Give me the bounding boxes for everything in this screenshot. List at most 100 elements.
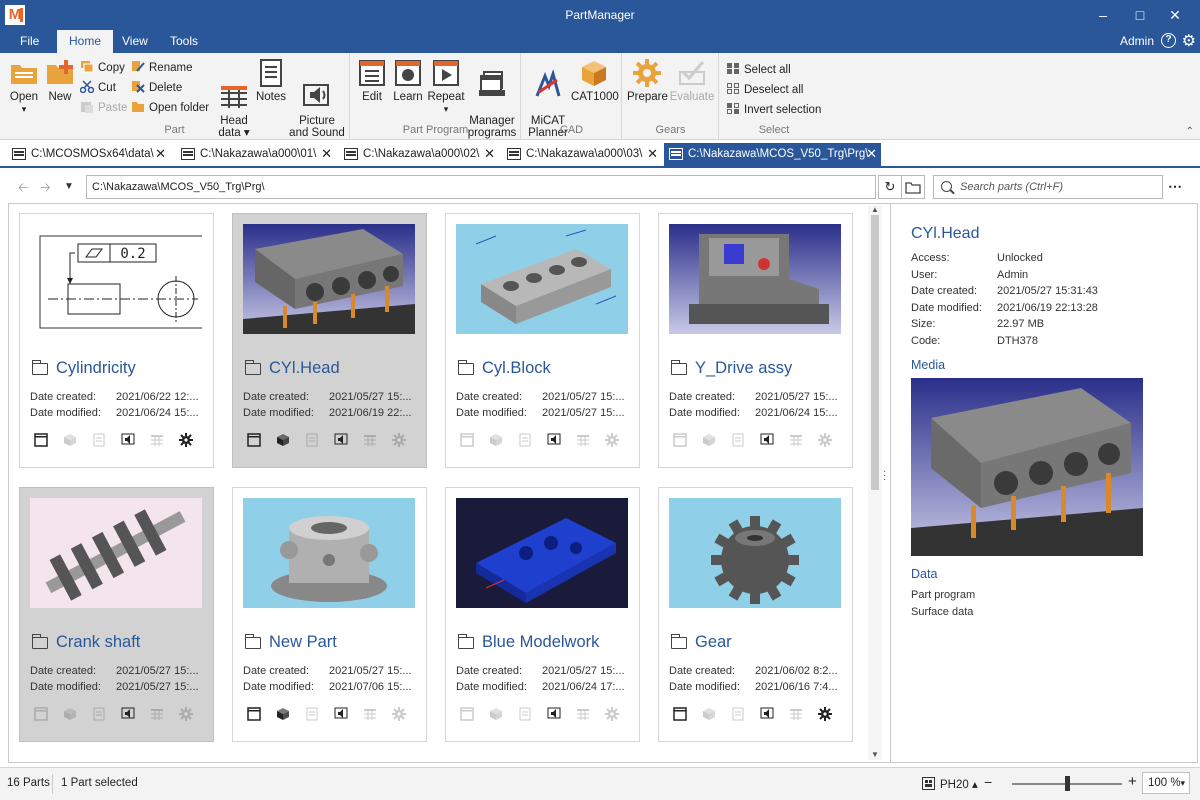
- probe-selector[interactable]: PH20 ▴: [940, 777, 978, 791]
- part-name[interactable]: Crank shaft: [31, 633, 140, 652]
- new-button[interactable]: New: [44, 58, 76, 103]
- part-card[interactable]: Crank shaft Date created: 2021/05/27 15:.…: [19, 487, 214, 742]
- select-all-button[interactable]: Select all: [726, 62, 791, 80]
- part-name[interactable]: Y_Drive assy: [670, 359, 792, 378]
- head-data-icon[interactable]: [150, 707, 166, 723]
- close-window-button[interactable]: ✕: [1165, 5, 1185, 25]
- head-data-icon[interactable]: [576, 707, 592, 723]
- notes-icon[interactable]: [305, 707, 321, 723]
- invert-selection-button[interactable]: Invert selection: [726, 102, 821, 120]
- head-data-icon[interactable]: [363, 707, 379, 723]
- part-card[interactable]: Cyl.Block Date created: 2021/05/27 15:...…: [445, 213, 640, 468]
- repeat-dropdown-caret[interactable]: ▾: [444, 104, 449, 114]
- speaker-icon[interactable]: [760, 707, 776, 723]
- doc-tab-active[interactable]: C:\Nakazawa\MCOS_V50_Trg\Prg\ ✕: [664, 143, 881, 166]
- zoom-out-button[interactable]: −: [984, 774, 992, 790]
- part-card[interactable]: 0.2 Cylindricity Date created: 2021/06/22…: [19, 213, 214, 468]
- cut-button[interactable]: Cut: [79, 80, 116, 98]
- media-image[interactable]: [911, 378, 1143, 556]
- gear-icon[interactable]: [818, 433, 834, 449]
- part-thumbnail[interactable]: [456, 224, 628, 334]
- speaker-icon[interactable]: [121, 433, 137, 449]
- doc-tab[interactable]: C:\Nakazawa\a000\01\ ✕: [176, 143, 336, 166]
- learn-button[interactable]: Learn: [391, 58, 425, 103]
- tab-view[interactable]: View: [122, 34, 148, 48]
- head-data-icon[interactable]: [789, 433, 805, 449]
- close-tab-icon[interactable]: ✕: [155, 143, 166, 165]
- edit-button[interactable]: Edit: [357, 58, 387, 103]
- data-item-surface-data[interactable]: Surface data: [911, 606, 973, 618]
- cube-icon[interactable]: [702, 433, 718, 449]
- rename-button[interactable]: Rename: [131, 60, 192, 78]
- repeat-button[interactable]: Repeat ▾: [427, 58, 465, 115]
- paste-button[interactable]: Paste: [80, 100, 127, 118]
- speaker-icon[interactable]: [334, 433, 350, 449]
- part-name[interactable]: Blue Modelwork: [457, 633, 599, 652]
- maximize-button[interactable]: □: [1130, 5, 1150, 25]
- notes-icon[interactable]: [92, 707, 108, 723]
- cube-icon[interactable]: [63, 707, 79, 723]
- refresh-icon[interactable]: ↻: [878, 175, 902, 199]
- part-card[interactable]: CYl.Head Date created: 2021/05/27 15:... …: [232, 213, 427, 468]
- part-thumbnail[interactable]: [456, 498, 628, 608]
- speaker-icon[interactable]: [547, 707, 563, 723]
- tab-file[interactable]: File: [20, 34, 39, 48]
- part-card[interactable]: New Part Date created: 2021/05/27 15:... …: [232, 487, 427, 742]
- notes-icon[interactable]: [731, 433, 747, 449]
- window-icon[interactable]: [34, 433, 50, 449]
- window-icon[interactable]: [247, 707, 263, 723]
- zoom-select[interactable]: 100 % ▾: [1142, 772, 1190, 794]
- speaker-icon[interactable]: [760, 433, 776, 449]
- vertical-scrollbar[interactable]: ▲ ▼: [868, 205, 882, 760]
- cube-icon[interactable]: [276, 707, 292, 723]
- doc-tab[interactable]: C:\Nakazawa\a000\03\ ✕: [502, 143, 662, 166]
- part-name[interactable]: Cylindricity: [31, 359, 136, 378]
- forward-arrow-icon[interactable]: 🡢: [40, 179, 51, 201]
- delete-button[interactable]: Delete: [131, 80, 182, 98]
- search-input[interactable]: Search parts (Ctrl+F): [933, 175, 1163, 199]
- zoom-dropdown-caret[interactable]: ▾: [1180, 773, 1185, 793]
- close-tab-icon[interactable]: ✕: [647, 143, 658, 165]
- part-name[interactable]: New Part: [244, 633, 337, 652]
- cube-icon[interactable]: [63, 433, 79, 449]
- window-icon[interactable]: [34, 707, 50, 723]
- window-icon[interactable]: [247, 433, 263, 449]
- notes-icon[interactable]: [518, 433, 534, 449]
- part-thumbnail[interactable]: [30, 498, 202, 608]
- head-data-icon[interactable]: [150, 433, 166, 449]
- part-name[interactable]: Gear: [670, 633, 732, 652]
- close-tab-icon[interactable]: ✕: [484, 143, 495, 165]
- scroll-down-icon[interactable]: ▼: [871, 750, 879, 759]
- gear-icon[interactable]: [605, 707, 621, 723]
- part-thumbnail[interactable]: 0.2: [30, 224, 202, 334]
- gear-icon[interactable]: [818, 707, 834, 723]
- part-thumbnail[interactable]: [243, 498, 415, 608]
- part-name[interactable]: Cyl.Block: [457, 359, 551, 378]
- data-item-part-program[interactable]: Part program: [911, 589, 975, 601]
- splitter-grip[interactable]: · · ·: [883, 467, 886, 485]
- speaker-icon[interactable]: [547, 433, 563, 449]
- part-thumbnail[interactable]: [669, 224, 841, 334]
- notes-icon[interactable]: [92, 433, 108, 449]
- user-name[interactable]: Admin: [1120, 34, 1154, 48]
- part-thumbnail[interactable]: [669, 498, 841, 608]
- settings-gear-icon[interactable]: ⚙: [1182, 31, 1196, 51]
- window-icon[interactable]: [460, 707, 476, 723]
- window-icon[interactable]: [673, 707, 689, 723]
- zoom-in-button[interactable]: +: [1128, 773, 1137, 790]
- scrollbar-thumb[interactable]: [871, 215, 879, 490]
- zoom-slider-knob[interactable]: [1065, 776, 1070, 791]
- part-name[interactable]: CYl.Head: [244, 359, 340, 378]
- notes-icon[interactable]: [731, 707, 747, 723]
- gear-icon[interactable]: [392, 433, 408, 449]
- doc-tab[interactable]: C:\MCOSMOSx64\data\ ✕: [7, 143, 170, 166]
- minimize-button[interactable]: –: [1093, 5, 1113, 25]
- evaluate-button[interactable]: Evaluate: [669, 58, 715, 103]
- head-data-icon[interactable]: [363, 433, 379, 449]
- address-input[interactable]: C:\Nakazawa\MCOS_V50_Trg\Prg\: [86, 175, 876, 199]
- head-data-icon[interactable]: [789, 707, 805, 723]
- notes-icon[interactable]: [305, 433, 321, 449]
- cube-icon[interactable]: [702, 707, 718, 723]
- doc-tab[interactable]: C:\Nakazawa\a000\02\ ✕: [339, 143, 499, 166]
- part-card[interactable]: Gear Date created: 2021/06/02 8:2... Date…: [658, 487, 853, 742]
